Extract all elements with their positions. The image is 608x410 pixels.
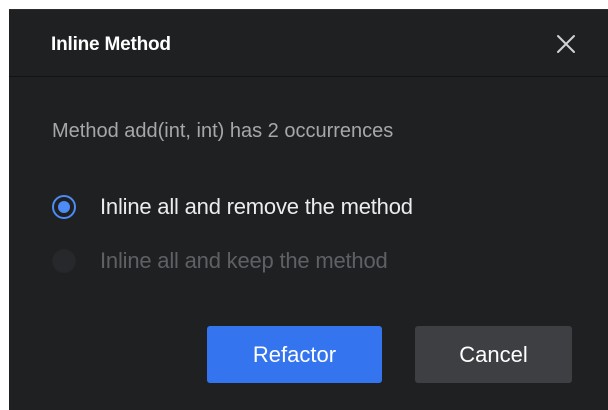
option-inline-remove-label: Inline all and remove the method	[100, 194, 413, 219]
radio-selected-icon[interactable]	[52, 195, 76, 219]
dialog-title: Inline Method	[51, 34, 171, 55]
cancel-button[interactable]: Cancel	[415, 326, 572, 383]
option-inline-keep: Inline all and keep the method	[52, 246, 388, 276]
option-inline-remove[interactable]: Inline all and remove the method	[52, 192, 413, 222]
close-icon[interactable]	[553, 31, 579, 57]
dialog-header: Inline Method	[9, 10, 608, 77]
radio-unselected-icon	[52, 249, 76, 273]
refactor-button[interactable]: Refactor	[207, 326, 382, 383]
option-inline-keep-label: Inline all and keep the method	[100, 248, 388, 273]
occurrences-message: Method add(int, int) has 2 occurrences	[52, 120, 394, 142]
inline-method-dialog: Inline Method Method add(int, int) has 2…	[9, 9, 608, 410]
